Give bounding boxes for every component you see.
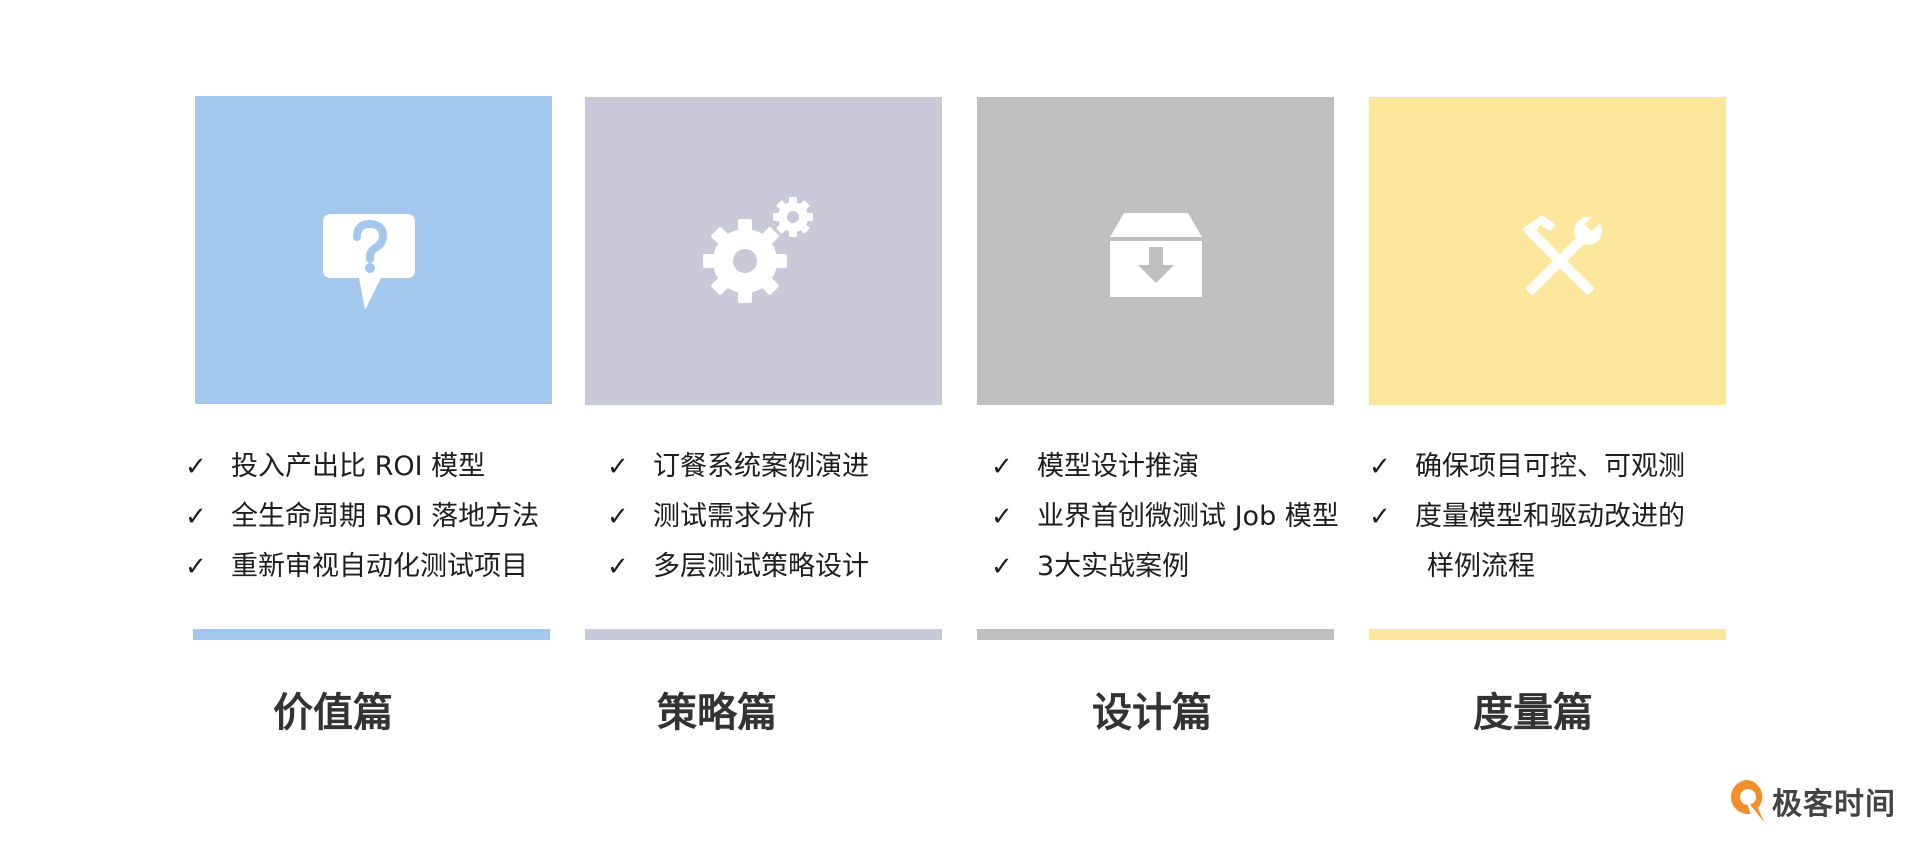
geektime-logo: 极客时间 [1728, 778, 1896, 824]
measure-title: 度量篇 [1473, 690, 1593, 736]
item-text: 度量模型和驱动改进的 [1415, 501, 1685, 532]
value-tile [195, 96, 552, 404]
measure-underline [1369, 629, 1726, 640]
check-icon: ✓ [607, 502, 629, 532]
check-icon: ✓ [607, 552, 629, 582]
design-underline [977, 629, 1334, 640]
list-item: ✓ 业界首创微测试 Job 模型 [991, 492, 1391, 542]
item-text: 测试需求分析 [653, 501, 815, 532]
check-icon: ✓ [185, 502, 207, 532]
check-icon: ✓ [991, 502, 1013, 532]
measure-item-list: ✓ 确保项目可控、可观测 ✓ 度量模型和驱动改进的 样例流程 [1369, 442, 1769, 592]
list-item: ✓ 模型设计推演 [991, 442, 1391, 492]
value-title: 价值篇 [273, 690, 393, 736]
item-text: 多层测试策略设计 [653, 551, 869, 582]
check-icon: ✓ [185, 452, 207, 482]
list-item: ✓ 订餐系统案例演进 [607, 442, 1007, 492]
column-value: ✓ 投入产出比 ROI 模型 ✓ 全生命周期 ROI 落地方法 ✓ 重新审视自动化测试… [185, 0, 552, 845]
item-text: 样例流程 [1427, 551, 1535, 582]
strategy-underline [585, 629, 942, 640]
strategy-item-list: ✓ 订餐系统案例演进 ✓ 测试需求分析 ✓ 多层测试策略设计 [607, 442, 1007, 592]
check-icon: ✓ [991, 552, 1013, 582]
list-item: ✓ 重新审视自动化测试项目 [185, 542, 585, 592]
question-bubble-icon [323, 214, 415, 310]
strategy-title: 策略篇 [657, 690, 777, 736]
check-icon: ✓ [607, 452, 629, 482]
strategy-tile [585, 97, 942, 405]
hammer-wrench-icon [1522, 215, 1602, 295]
value-underline [193, 629, 550, 640]
column-strategy: ✓ 订餐系统案例演进 ✓ 测试需求分析 ✓ 多层测试策略设计 策略篇 [585, 0, 942, 845]
check-icon: ✓ [185, 552, 207, 582]
measure-tile [1369, 97, 1726, 405]
list-item: ✓ 全生命周期 ROI 落地方法 [185, 492, 585, 542]
list-item: ✓ 确保项目可控、可观测 [1369, 442, 1769, 492]
item-text: 3大实战案例 [1037, 551, 1190, 582]
list-item: ✓ 测试需求分析 [607, 492, 1007, 542]
item-text: 订餐系统案例演进 [653, 451, 869, 482]
design-item-list: ✓ 模型设计推演 ✓ 业界首创微测试 Job 模型 ✓ 3大实战案例 [991, 442, 1391, 592]
list-item: ✓ 投入产出比 ROI 模型 [185, 442, 585, 492]
archive-download-icon [1110, 213, 1202, 297]
item-text: 模型设计推演 [1037, 451, 1199, 482]
column-design: ✓ 模型设计推演 ✓ 业界首创微测试 Job 模型 ✓ 3大实战案例 设计篇 [977, 0, 1339, 845]
design-tile [977, 97, 1334, 405]
list-item: ✓ 3大实战案例 [991, 542, 1391, 592]
item-text: 全生命周期 ROI 落地方法 [231, 501, 540, 532]
check-icon: ✓ [1369, 452, 1391, 482]
item-text: 投入产出比 ROI 模型 [231, 451, 486, 482]
value-item-list: ✓ 投入产出比 ROI 模型 ✓ 全生命周期 ROI 落地方法 ✓ 重新审视自动化测试… [185, 442, 585, 592]
gears-icon [703, 197, 813, 303]
column-measure: ✓ 确保项目可控、可观测 ✓ 度量模型和驱动改进的 样例流程 度量篇 [1369, 0, 1726, 845]
geektime-logo-icon [1731, 780, 1764, 822]
logo-text: 极客时间 [1772, 787, 1896, 822]
item-text: 确保项目可控、可观测 [1415, 451, 1685, 482]
item-text: 重新审视自动化测试项目 [231, 551, 528, 582]
list-item: ✓ 多层测试策略设计 [607, 542, 1007, 592]
check-icon: ✓ [991, 452, 1013, 482]
check-icon: ✓ [1369, 502, 1391, 532]
item-text: 业界首创微测试 Job 模型 [1037, 501, 1339, 532]
list-item: ✓ 度量模型和驱动改进的 [1369, 492, 1769, 542]
list-item-continuation: 样例流程 [1369, 542, 1769, 592]
